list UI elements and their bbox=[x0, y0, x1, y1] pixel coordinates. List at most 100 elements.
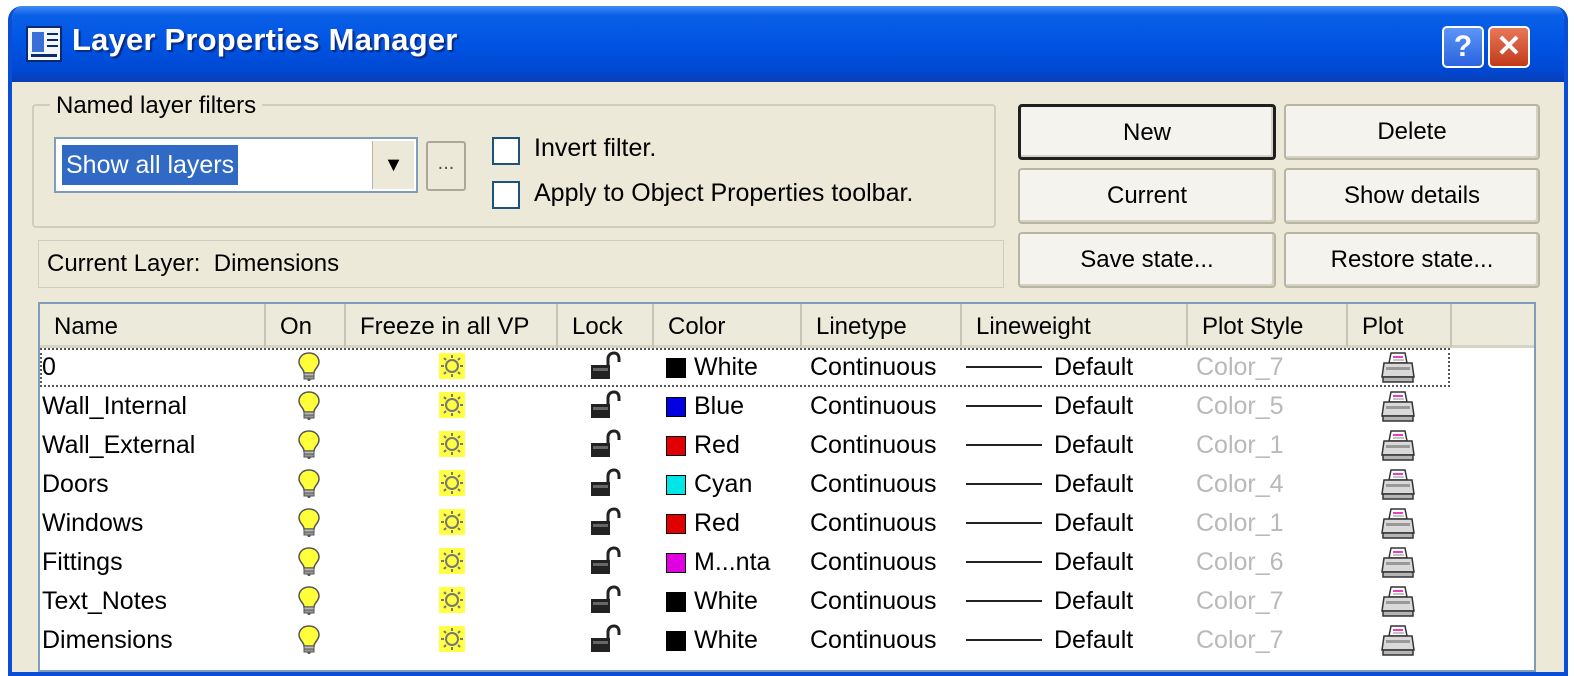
layer-row[interactable]: Wall_Internal Blue Continuous Default Color_… bbox=[40, 387, 1536, 426]
lightbulb-on-icon[interactable] bbox=[296, 468, 322, 507]
layer-color-cell[interactable]: Cyan bbox=[666, 465, 752, 504]
layer-row[interactable]: Dimensions White Continuous Default Color_7 bbox=[40, 621, 1536, 660]
unlocked-padlock-icon[interactable] bbox=[588, 390, 622, 427]
sun-thawed-icon[interactable] bbox=[438, 429, 466, 466]
apply-to-toolbar-checkbox[interactable] bbox=[492, 181, 520, 209]
lineweight-cell[interactable]: Default bbox=[966, 504, 1133, 543]
linetype-cell[interactable]: Continuous bbox=[810, 426, 936, 465]
layer-name-cell[interactable]: Text_Notes bbox=[42, 582, 167, 621]
unlocked-padlock-icon[interactable] bbox=[588, 585, 622, 622]
layer-row[interactable]: Wall_External Red Continuous Default Color_1 bbox=[40, 426, 1536, 465]
column-header-color[interactable]: Color bbox=[654, 304, 802, 348]
save-state-button[interactable]: Save state... bbox=[1018, 232, 1276, 288]
printer-icon[interactable] bbox=[1380, 624, 1416, 665]
layer-color-cell[interactable]: White bbox=[666, 621, 758, 660]
lightbulb-on-icon[interactable] bbox=[296, 390, 322, 429]
column-header-lineweight[interactable]: Lineweight bbox=[962, 304, 1188, 348]
layer-filter-dropdown[interactable]: Show all layers ▼ bbox=[54, 137, 418, 193]
plot-style-cell[interactable]: Color_6 bbox=[1196, 543, 1284, 582]
plot-style-cell[interactable]: Color_1 bbox=[1196, 504, 1284, 543]
lightbulb-on-icon[interactable] bbox=[296, 351, 322, 390]
layer-color-cell[interactable]: Blue bbox=[666, 387, 744, 426]
sun-thawed-icon[interactable] bbox=[438, 390, 466, 427]
lightbulb-on-icon[interactable] bbox=[296, 507, 322, 546]
linetype-cell[interactable]: Continuous bbox=[810, 465, 936, 504]
unlocked-padlock-icon[interactable] bbox=[588, 624, 622, 661]
plot-style-cell[interactable]: Color_7 bbox=[1196, 582, 1284, 621]
printer-icon[interactable] bbox=[1380, 585, 1416, 626]
filter-dialog-button[interactable]: ... bbox=[426, 141, 466, 191]
sun-thawed-icon[interactable] bbox=[438, 351, 466, 388]
unlocked-padlock-icon[interactable] bbox=[588, 351, 622, 388]
layer-row[interactable]: 0 White Continuous Default Color_7 bbox=[40, 348, 1450, 387]
printer-icon[interactable] bbox=[1380, 468, 1416, 509]
lineweight-cell[interactable]: Default bbox=[966, 465, 1133, 504]
printer-icon[interactable] bbox=[1380, 546, 1416, 587]
layer-row[interactable]: Doors Cyan Continuous Default Color_4 bbox=[40, 465, 1536, 504]
column-header-on[interactable]: On bbox=[266, 304, 346, 348]
lineweight-cell[interactable]: Default bbox=[966, 582, 1133, 621]
column-header-freeze[interactable]: Freeze in all VP bbox=[346, 304, 558, 348]
column-header-lock[interactable]: Lock bbox=[558, 304, 654, 348]
column-header-linetype[interactable]: Linetype bbox=[802, 304, 962, 348]
lightbulb-on-icon[interactable] bbox=[296, 546, 322, 585]
column-header-plot[interactable]: Plot bbox=[1348, 304, 1452, 348]
layer-row[interactable]: Fittings M...nta Continuous Default Color_6 bbox=[40, 543, 1536, 582]
show-details-button[interactable]: Show details bbox=[1284, 168, 1540, 224]
layer-name-cell[interactable]: Doors bbox=[42, 465, 109, 504]
linetype-cell[interactable]: Continuous bbox=[810, 348, 936, 387]
linetype-cell[interactable]: Continuous bbox=[810, 582, 936, 621]
layer-list[interactable]: Name On Freeze in all VP Lock Color Line… bbox=[38, 302, 1536, 672]
column-header-name[interactable]: Name bbox=[40, 304, 266, 348]
close-button[interactable]: ✕ bbox=[1488, 26, 1530, 68]
plot-style-cell[interactable]: Color_7 bbox=[1196, 621, 1284, 660]
lightbulb-on-icon[interactable] bbox=[296, 624, 322, 663]
printer-icon[interactable] bbox=[1380, 351, 1416, 392]
sun-thawed-icon[interactable] bbox=[438, 468, 466, 505]
help-button[interactable]: ? bbox=[1442, 26, 1484, 68]
printer-icon[interactable] bbox=[1380, 390, 1416, 431]
layer-row[interactable]: Windows Red Continuous Default Color_1 bbox=[40, 504, 1536, 543]
printer-icon[interactable] bbox=[1380, 507, 1416, 548]
layer-color-cell[interactable]: White bbox=[666, 348, 758, 387]
linetype-cell[interactable]: Continuous bbox=[810, 621, 936, 660]
printer-icon[interactable] bbox=[1380, 429, 1416, 470]
new-layer-button[interactable]: New bbox=[1018, 104, 1276, 160]
title-bar[interactable]: Layer Properties Manager ? ✕ bbox=[12, 6, 1564, 82]
layer-color-cell[interactable]: White bbox=[666, 582, 758, 621]
lineweight-cell[interactable]: Default bbox=[966, 543, 1133, 582]
layer-name-cell[interactable]: Dimensions bbox=[42, 621, 173, 660]
plot-style-cell[interactable]: Color_5 bbox=[1196, 387, 1284, 426]
restore-state-button[interactable]: Restore state... bbox=[1284, 232, 1540, 288]
set-current-button[interactable]: Current bbox=[1018, 168, 1276, 224]
plot-style-cell[interactable]: Color_1 bbox=[1196, 426, 1284, 465]
layer-name-cell[interactable]: Wall_External bbox=[42, 426, 195, 465]
dropdown-arrow-icon[interactable]: ▼ bbox=[372, 141, 414, 189]
invert-filter-checkbox[interactable] bbox=[492, 137, 520, 165]
layer-name-cell[interactable]: Fittings bbox=[42, 543, 123, 582]
unlocked-padlock-icon[interactable] bbox=[588, 468, 622, 505]
layer-name-cell[interactable]: Wall_Internal bbox=[42, 387, 187, 426]
sun-thawed-icon[interactable] bbox=[438, 585, 466, 622]
sun-thawed-icon[interactable] bbox=[438, 507, 466, 544]
unlocked-padlock-icon[interactable] bbox=[588, 546, 622, 583]
linetype-cell[interactable]: Continuous bbox=[810, 504, 936, 543]
unlocked-padlock-icon[interactable] bbox=[588, 507, 622, 544]
unlocked-padlock-icon[interactable] bbox=[588, 429, 622, 466]
lightbulb-on-icon[interactable] bbox=[296, 429, 322, 468]
layer-name-cell[interactable]: 0 bbox=[42, 348, 56, 387]
plot-style-cell[interactable]: Color_4 bbox=[1196, 465, 1284, 504]
layer-color-cell[interactable]: Red bbox=[666, 426, 740, 465]
layer-row[interactable]: Text_Notes White Continuous Default Color_7 bbox=[40, 582, 1536, 621]
lightbulb-on-icon[interactable] bbox=[296, 585, 322, 624]
delete-layer-button[interactable]: Delete bbox=[1284, 104, 1540, 160]
sun-thawed-icon[interactable] bbox=[438, 546, 466, 583]
linetype-cell[interactable]: Continuous bbox=[810, 387, 936, 426]
lineweight-cell[interactable]: Default bbox=[966, 348, 1133, 387]
lineweight-cell[interactable]: Default bbox=[966, 387, 1133, 426]
column-header-plot-style[interactable]: Plot Style bbox=[1188, 304, 1348, 348]
layer-color-cell[interactable]: Red bbox=[666, 504, 740, 543]
sun-thawed-icon[interactable] bbox=[438, 624, 466, 661]
layer-color-cell[interactable]: M...nta bbox=[666, 543, 770, 582]
plot-style-cell[interactable]: Color_7 bbox=[1196, 348, 1284, 387]
